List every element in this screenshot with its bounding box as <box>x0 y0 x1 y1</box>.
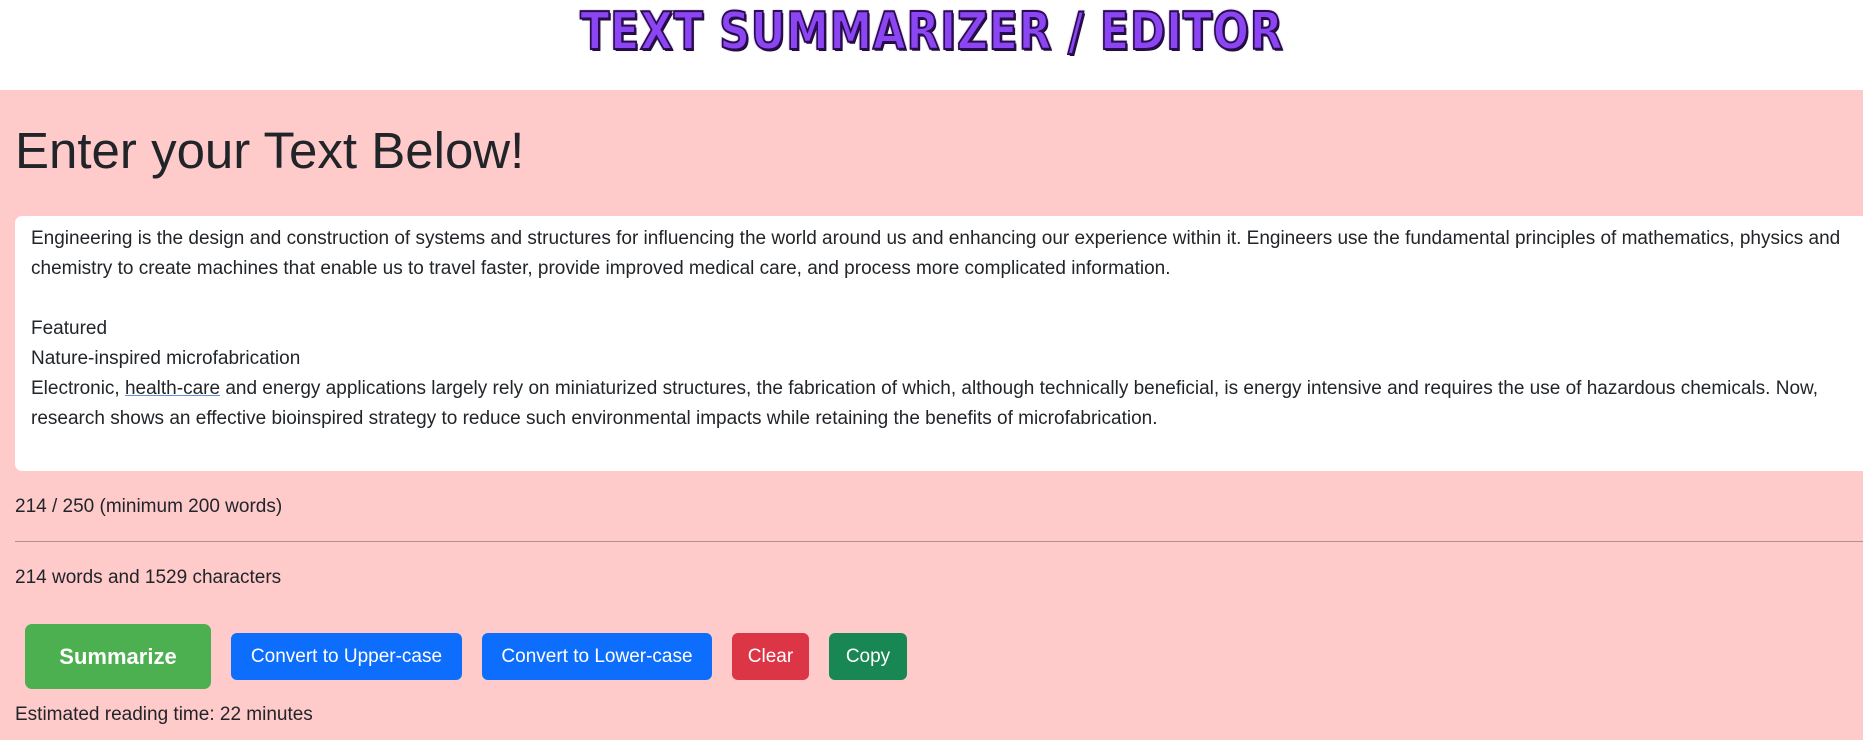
logo-text: Text Summarizer / Editor <box>579 1 1284 63</box>
summarize-button[interactable]: Summarize <box>25 624 211 689</box>
copy-button[interactable]: Copy <box>829 633 907 680</box>
convert-lowercase-button[interactable]: Convert to Lower-case <box>482 633 712 680</box>
editor-text: Electronic, <box>31 378 125 399</box>
word-progress-text: 214 / 250 (minimum 200 words) <box>15 496 283 517</box>
editor-line-subtitle: Nature-inspired microfabrication <box>31 348 301 369</box>
convert-uppercase-button[interactable]: Convert to Upper-case <box>231 633 462 680</box>
editor-line-featured: Featured <box>31 318 108 339</box>
word-character-count: 214 words and 1529 characters <box>15 567 282 588</box>
editor-paragraph-1: Engineering is the design and constructi… <box>31 228 1846 279</box>
divider <box>15 541 1863 542</box>
header: Text Summarizer / Editor <box>0 0 1863 90</box>
editor-paragraph-2: Electronic, health-care and energy appli… <box>31 374 1857 434</box>
reading-time-text: Estimated reading time: 22 minutes <box>15 704 313 725</box>
app-logo: Text Summarizer / Editor <box>0 0 1863 90</box>
spellcheck-word[interactable]: health-care <box>125 378 220 399</box>
page-title: Enter your Text Below! <box>15 122 525 179</box>
main-section: Enter your Text Below! Engineering is th… <box>0 90 1863 740</box>
editor-blank-line <box>31 284 1857 314</box>
text-editor[interactable]: Engineering is the design and constructi… <box>15 216 1863 471</box>
editor-scrollbar[interactable] <box>1857 220 1863 468</box>
editor-text: and energy applications largely rely on … <box>31 378 1824 429</box>
clear-button[interactable]: Clear <box>732 633 809 680</box>
